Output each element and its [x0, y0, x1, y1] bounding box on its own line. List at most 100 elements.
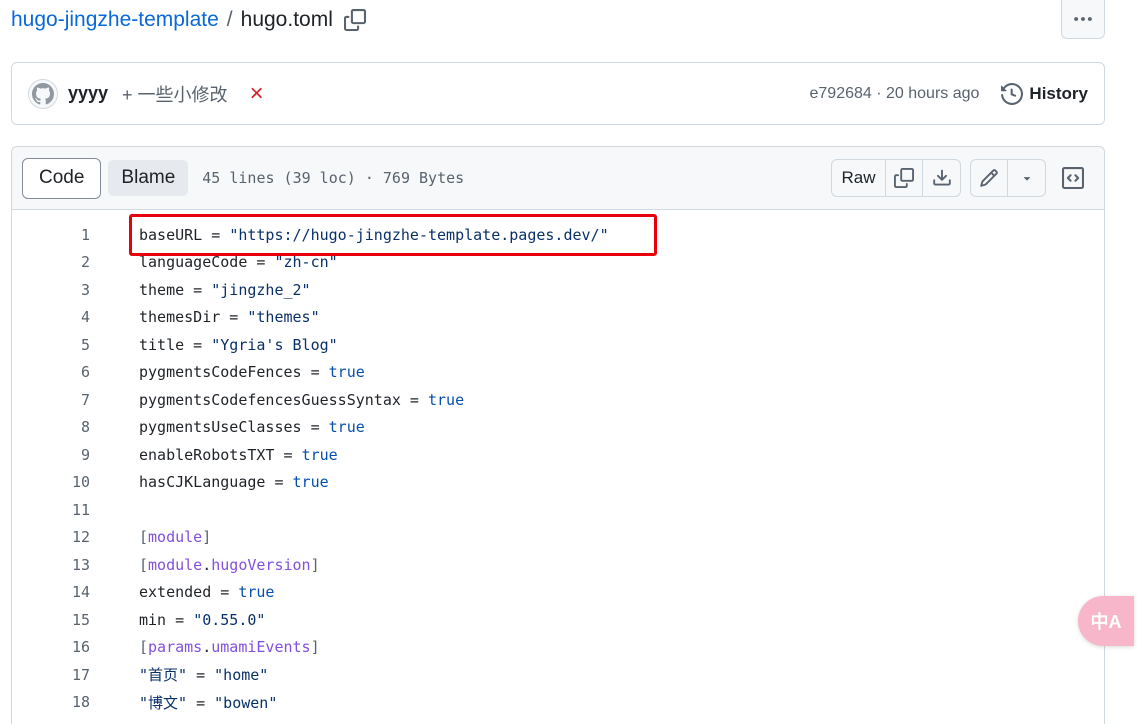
commit-message[interactable]: + 一些小修改 [122, 81, 228, 107]
download-button[interactable] [923, 160, 960, 196]
code-section: params [148, 638, 203, 657]
code-line: 11 [12, 496, 1104, 524]
commit-hash-time[interactable]: e792684 · 20 hours ago [810, 85, 980, 103]
code-line: 3 theme = "jingzhe_2" [12, 276, 1104, 304]
download-icon [932, 169, 951, 186]
code-line: 4 themesDir = "themes" [12, 304, 1104, 332]
line-content: pygmentsCodeFences = true [139, 363, 365, 381]
code-key: extended [139, 583, 212, 602]
code-dot: . [202, 555, 212, 574]
copy-raw-button[interactable] [886, 160, 923, 196]
code-key: pygmentsCodefencesGuessSyntax [139, 390, 401, 409]
commit-status-fail-icon[interactable]: × [250, 81, 264, 106]
code-operator: = [184, 280, 212, 299]
code-key: pygmentsCodeFences [139, 363, 302, 382]
history-button[interactable]: History [1001, 82, 1088, 105]
tab-blame[interactable]: Blame [108, 160, 189, 196]
line-number[interactable]: 15 [12, 611, 90, 629]
line-number[interactable]: 4 [12, 308, 90, 326]
line-number[interactable]: 14 [12, 583, 90, 601]
code-key: enableRobotsTXT [139, 445, 275, 464]
code-operator: = [301, 418, 329, 437]
code-value: "https://hugo-jingzhe-template.pages.dev… [229, 225, 609, 244]
more-options-button[interactable] [1061, 0, 1105, 39]
edit-dropdown-button[interactable] [1008, 160, 1045, 196]
code-value: "jingzhe_2" [211, 280, 311, 299]
code-value: "themes" [247, 308, 320, 327]
code-key: "博文" [139, 693, 188, 712]
code-operator: = [187, 666, 215, 685]
line-number[interactable]: 16 [12, 638, 90, 656]
code-section: module [148, 555, 203, 574]
code-section: umamiEvents [211, 638, 311, 657]
raw-button[interactable]: Raw [832, 160, 886, 196]
line-number[interactable]: 8 [12, 418, 90, 436]
line-content: hasCJKLanguage = true [139, 473, 329, 491]
line-number[interactable]: 11 [12, 501, 90, 519]
code-key: baseURL [139, 225, 203, 244]
github-mark-icon [32, 82, 54, 104]
code-operator: = [220, 308, 248, 327]
translate-button[interactable]: 中A [1078, 596, 1134, 646]
raw-copy-download-group: Raw [831, 159, 961, 197]
edit-group [970, 159, 1046, 197]
line-content: [params.umamiEvents] [139, 638, 320, 656]
line-content: pygmentsCodefencesGuessSyntax = true [139, 391, 464, 409]
code-line: 7 pygmentsCodefencesGuessSyntax = true [12, 386, 1104, 414]
line-content: min = "0.55.0" [139, 611, 265, 629]
line-content: pygmentsUseClasses = true [139, 418, 365, 436]
symbols-panel-button[interactable] [1053, 159, 1093, 197]
code-line: 10 hasCJKLanguage = true [12, 469, 1104, 497]
line-content: title = "Ygria's Blog" [139, 336, 338, 354]
code-value: true [301, 445, 338, 464]
code-line: 6 pygmentsCodeFences = true [12, 359, 1104, 387]
code-bracket: [ [139, 528, 149, 547]
translate-icon: 中A [1090, 612, 1122, 632]
code-line: 16 [params.umamiEvents] [12, 634, 1104, 662]
line-number[interactable]: 12 [12, 528, 90, 546]
line-content: [module.hugoVersion] [139, 556, 320, 574]
breadcrumb-repo-link[interactable]: hugo-jingzhe-template [11, 8, 219, 32]
copy-icon [894, 168, 914, 188]
code-line: 2 languageCode = "zh-cn" [12, 249, 1104, 277]
line-number[interactable]: 13 [12, 556, 90, 574]
triangle-down-icon [1023, 177, 1030, 181]
code-value: true [238, 583, 275, 602]
copy-path-icon[interactable] [343, 8, 367, 32]
line-content: enableRobotsTXT = true [139, 446, 338, 464]
raw-label: Raw [841, 168, 876, 187]
line-number[interactable]: 6 [12, 363, 90, 381]
code-operator: = [400, 390, 428, 409]
code-dot: . [202, 638, 212, 657]
code-bracket: ] [202, 528, 212, 547]
line-number[interactable]: 10 [12, 473, 90, 491]
code-area[interactable]: 1 baseURL = "https://hugo-jingzhe-templat… [12, 210, 1104, 716]
avatar[interactable] [28, 78, 58, 109]
code-bracket: [ [139, 555, 149, 574]
code-line: 8 pygmentsUseClasses = true [12, 414, 1104, 442]
commit-author[interactable]: yyyy [68, 83, 108, 104]
code-value: "bowen" [214, 693, 278, 712]
code-bracket: [ [139, 638, 149, 657]
code-value: true [428, 390, 465, 409]
line-content: "首页" = "home" [139, 664, 268, 685]
edit-file-button[interactable] [971, 160, 1008, 196]
line-content: baseURL = "https://hugo-jingzhe-template… [139, 226, 609, 244]
line-number[interactable]: 9 [12, 446, 90, 464]
line-number[interactable]: 18 [12, 693, 90, 711]
line-number[interactable]: 17 [12, 666, 90, 684]
code-value: "Ygria's Blog" [211, 335, 338, 354]
line-number[interactable]: 2 [12, 253, 90, 271]
code-line: 5 title = "Ygria's Blog" [12, 331, 1104, 359]
line-number[interactable]: 5 [12, 336, 90, 354]
code-key: pygmentsUseClasses [139, 418, 302, 437]
code-value: "zh-cn" [274, 253, 338, 272]
line-number[interactable]: 7 [12, 391, 90, 409]
line-number[interactable]: 3 [12, 281, 90, 299]
line-number[interactable]: 1 [12, 226, 90, 244]
code-operator: = [265, 473, 293, 492]
history-label: History [1029, 83, 1088, 103]
tab-code[interactable]: Code [22, 157, 102, 199]
code-key: languageCode [139, 253, 248, 272]
code-line: 15 min = "0.55.0" [12, 606, 1104, 634]
